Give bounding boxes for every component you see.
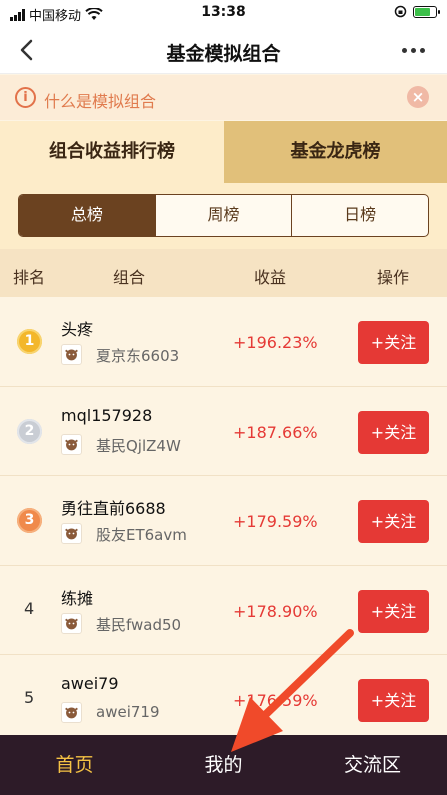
portfolio-name[interactable]: 勇往直前6688 bbox=[61, 495, 166, 519]
owner-name: 股友ET6avm bbox=[96, 526, 187, 544]
tab-fund-dragon-tiger[interactable]: 基金龙虎榜 bbox=[224, 121, 447, 183]
header-action: 操作 bbox=[377, 268, 410, 287]
header-gain: 收益 bbox=[254, 268, 287, 287]
main-tabs: 组合收益排行榜 基金龙虎榜 bbox=[0, 121, 447, 183]
gain-value: +196.23% bbox=[233, 333, 318, 352]
nav-mine[interactable]: 我的 bbox=[149, 735, 298, 795]
bottom-nav: 首页 我的 交流区 bbox=[0, 735, 447, 795]
header-rank: 排名 bbox=[13, 268, 46, 287]
follow-button[interactable]: +关注 bbox=[358, 589, 429, 633]
sub-tabs: 总榜 周榜 日榜 bbox=[18, 194, 429, 237]
avatar bbox=[61, 612, 82, 634]
more-dots-icon[interactable] bbox=[402, 48, 425, 53]
rotation-lock-icon bbox=[394, 5, 407, 18]
tab-weekly[interactable]: 周榜 bbox=[154, 195, 292, 236]
tab-portfolio-ranking[interactable]: 组合收益排行榜 bbox=[0, 121, 224, 183]
gain-value: +187.66% bbox=[233, 422, 318, 442]
gain-value: +179.59% bbox=[233, 512, 318, 531]
status-bar: 中国移动 13:38 bbox=[0, 0, 447, 28]
battery-icon bbox=[413, 5, 440, 18]
owner-name: 夏京东6603 bbox=[96, 347, 180, 365]
table-row[interactable]: 1 头疼 夏京东6603 +196.23% +关注 bbox=[0, 297, 447, 387]
info-banner[interactable]: i 什么是模拟组合 × bbox=[0, 75, 447, 120]
table-row[interactable]: 3 勇往直前6688 股友ET6avm +179.59% +关注 bbox=[0, 476, 447, 566]
sub-tab-area: 总榜 周榜 日榜 bbox=[0, 183, 447, 249]
close-icon[interactable]: × bbox=[407, 86, 429, 108]
gain-value: +176.59% bbox=[233, 691, 318, 710]
follow-button[interactable]: +关注 bbox=[358, 679, 429, 722]
table-header: 排名 组合 收益 操作 bbox=[0, 249, 447, 297]
status-right bbox=[394, 5, 440, 18]
owner-name: awei719 bbox=[96, 703, 160, 721]
nav-bar: 基金模拟组合 bbox=[0, 28, 447, 74]
page-title: 基金模拟组合 bbox=[166, 43, 281, 65]
avatar bbox=[61, 523, 82, 544]
table-row[interactable]: 5 awei79 awei719 +176.59% +关注 bbox=[0, 655, 447, 745]
avatar bbox=[61, 344, 82, 365]
nav-community[interactable]: 交流区 bbox=[298, 735, 447, 795]
follow-button[interactable]: +关注 bbox=[358, 410, 429, 454]
rank-number: 5 bbox=[24, 688, 35, 707]
table-row[interactable]: 2 mql157928 基民QjlZ4W +187.66% +关注 bbox=[0, 386, 447, 476]
ranking-list: 1 头疼 夏京东6603 +196.23% +关注 2 mql157928 基民… bbox=[0, 297, 447, 745]
battery-level bbox=[415, 7, 431, 16]
owner-name: 基民QjlZ4W bbox=[96, 436, 181, 455]
silver-medal-icon: 2 bbox=[17, 418, 42, 444]
status-time: 13:38 bbox=[201, 4, 246, 20]
table-row[interactable]: 4 练摊 基民fwad50 +178.90% +关注 bbox=[0, 565, 447, 655]
info-circle-icon: i bbox=[15, 87, 36, 108]
avatar bbox=[61, 702, 82, 723]
portfolio-name[interactable]: awei79 bbox=[61, 674, 119, 693]
rank-number: 4 bbox=[24, 598, 35, 618]
portfolio-name[interactable]: 头疼 bbox=[61, 316, 93, 340]
avatar bbox=[61, 433, 82, 455]
info-link[interactable]: 什么是模拟组合 bbox=[44, 88, 156, 112]
gain-value: +178.90% bbox=[233, 601, 318, 621]
header-portfolio: 组合 bbox=[113, 268, 146, 287]
follow-button[interactable]: +关注 bbox=[358, 321, 429, 364]
nav-home[interactable]: 首页 bbox=[0, 735, 149, 795]
follow-button[interactable]: +关注 bbox=[358, 500, 429, 543]
owner-name: 基民fwad50 bbox=[96, 615, 182, 634]
tab-overall[interactable]: 总榜 bbox=[19, 195, 155, 236]
portfolio-name[interactable]: mql157928 bbox=[61, 406, 152, 425]
tab-daily[interactable]: 日榜 bbox=[291, 195, 428, 236]
portfolio-name[interactable]: 练摊 bbox=[61, 585, 93, 609]
bronze-medal-icon: 3 bbox=[17, 508, 42, 533]
gold-medal-icon: 1 bbox=[17, 329, 42, 354]
